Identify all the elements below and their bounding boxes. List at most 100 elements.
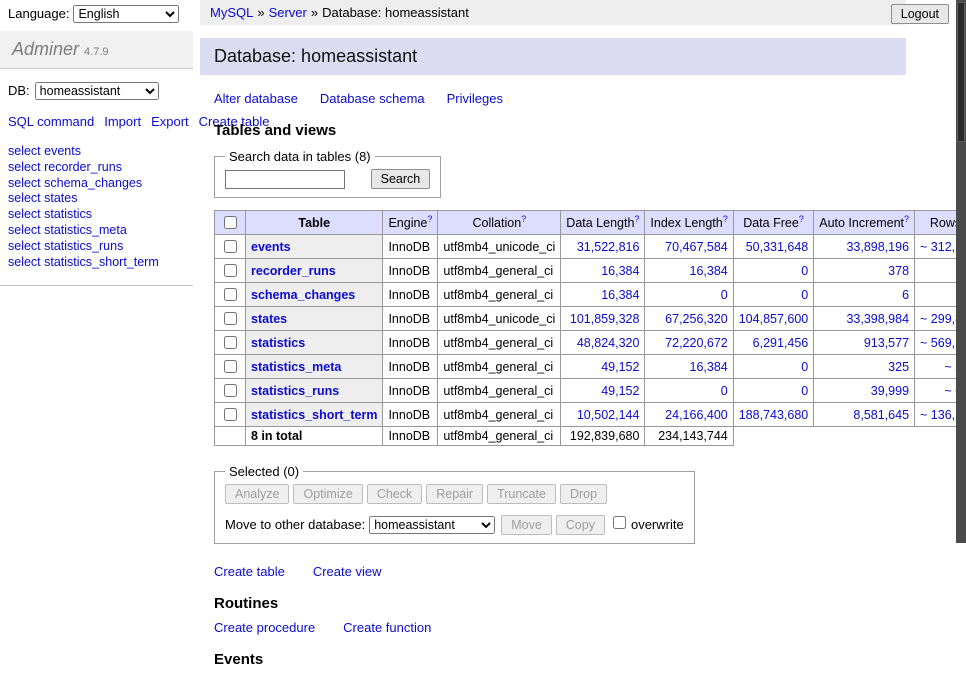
index-length-link[interactable]: 0 [721,384,728,398]
index-length-link[interactable]: 16,384 [690,264,728,278]
routine-link[interactable]: Create function [343,620,431,635]
help-link[interactable]: ? [904,214,909,224]
logout-button[interactable]: Logout [891,4,949,24]
data-length-link[interactable]: 49,152 [601,384,639,398]
auto-increment-link[interactable]: 325 [888,360,909,374]
data-length-link[interactable]: 49,152 [601,360,639,374]
help-link[interactable]: ? [634,214,639,224]
table-name-link[interactable]: states [251,312,287,326]
copy-button[interactable]: Copy [556,515,605,535]
overwrite-checkbox[interactable] [613,516,626,529]
bulk-drop-button[interactable]: Drop [560,484,607,504]
column-header-table: Table [246,211,383,235]
auto-increment-link[interactable]: 8,581,645 [853,408,909,422]
bulk-analyze-button[interactable]: Analyze [225,484,289,504]
breadcrumb-server-link[interactable]: Server [269,5,307,20]
db-select[interactable]: homeassistant [35,82,159,100]
bulk-optimize-button[interactable]: Optimize [293,484,362,504]
sidebar-table-link[interactable]: select recorder_runs [8,160,185,176]
db-nav-link[interactable]: Alter database [214,91,298,106]
bulk-truncate-button[interactable]: Truncate [487,484,556,504]
data-free-link[interactable]: 0 [801,264,808,278]
sidebar-table-link[interactable]: select statistics [8,207,185,223]
data-length-link[interactable]: 10,502,144 [577,408,640,422]
sidebar-table-link[interactable]: select states [8,191,185,207]
sidebar-table-link[interactable]: select events [8,144,185,160]
index-length-link[interactable]: 72,220,672 [665,336,728,350]
index-length-link[interactable]: 24,166,400 [665,408,728,422]
table-name-cell: schema_changes [246,283,383,307]
data-length-link[interactable]: 48,824,320 [577,336,640,350]
app-name-link[interactable]: Adminer [12,39,79,59]
data-free-link[interactable]: 0 [801,384,808,398]
data-free-link[interactable]: 0 [801,360,808,374]
auto-increment-link[interactable]: 913,577 [864,336,909,350]
db-nav-link[interactable]: Database schema [320,91,425,106]
sidebar-action-link[interactable]: Import [104,114,141,129]
data-length-link[interactable]: 101,859,328 [570,312,640,326]
data-length-link[interactable]: 16,384 [601,288,639,302]
row-checkbox[interactable] [224,288,237,301]
bulk-check-button[interactable]: Check [367,484,422,504]
row-checkbox[interactable] [224,408,237,421]
help-link[interactable]: ? [521,214,526,224]
page-scrollbar[interactable] [956,0,966,543]
sidebar-action-link[interactable]: Export [151,114,189,129]
table-name-link[interactable]: events [251,240,291,254]
breadcrumb-mysql-link[interactable]: MySQL [210,5,253,20]
column-header-index-length: Index Length? [645,211,733,235]
create-link[interactable]: Create view [313,564,382,579]
index-length-link[interactable]: 16,384 [690,360,728,374]
select-all-checkbox[interactable] [224,216,237,229]
app-version-link[interactable]: 4.7.9 [84,46,108,58]
table-row: statistics_runsInnoDButf8mb4_general_ci4… [215,379,966,403]
search-input[interactable] [225,170,345,189]
move-db-select[interactable]: homeassistant [369,516,495,534]
row-checkbox[interactable] [224,264,237,277]
data-free-link[interactable]: 104,857,600 [739,312,809,326]
row-checkbox[interactable] [224,384,237,397]
help-link[interactable]: ? [723,214,728,224]
auto-increment-link[interactable]: 33,898,196 [846,240,909,254]
sidebar-table-link[interactable]: select statistics_runs [8,239,185,255]
scrollbar-thumb[interactable] [957,2,965,142]
table-name-link[interactable]: schema_changes [251,288,355,302]
move-button[interactable]: Move [501,515,552,535]
row-checkbox[interactable] [224,312,237,325]
table-name-link[interactable]: statistics_runs [251,384,339,398]
table-name-link[interactable]: recorder_runs [251,264,336,278]
table-name-link[interactable]: statistics_meta [251,360,341,374]
bulk-repair-button[interactable]: Repair [426,484,483,504]
row-checkbox[interactable] [224,336,237,349]
data-free-link[interactable]: 6,291,456 [753,336,809,350]
sidebar-table-link[interactable]: select statistics_meta [8,223,185,239]
db-label: DB: [8,83,30,98]
sidebar-table-link[interactable]: select statistics_short_term [8,255,185,271]
auto-increment-link[interactable]: 33,398,984 [846,312,909,326]
routine-link[interactable]: Create procedure [214,620,315,635]
data-length-link[interactable]: 31,522,816 [577,240,640,254]
create-link[interactable]: Create table [214,564,285,579]
index-length-link[interactable]: 67,256,320 [665,312,728,326]
search-button[interactable]: Search [371,169,431,189]
help-link[interactable]: ? [427,214,432,224]
data-free-link[interactable]: 50,331,648 [746,240,809,254]
db-nav-link[interactable]: Privileges [447,91,503,106]
table-name-link[interactable]: statistics_short_term [251,408,377,422]
auto-increment-link[interactable]: 378 [888,264,909,278]
auto-increment-link[interactable]: 39,999 [871,384,909,398]
row-checkbox[interactable] [224,240,237,253]
total-row: 8 in totalInnoDButf8mb4_general_ci192,83… [215,427,966,446]
data-free-link[interactable]: 0 [801,288,808,302]
index-length-link[interactable]: 70,467,584 [665,240,728,254]
sidebar-table-link[interactable]: select schema_changes [8,176,185,192]
data-free-link[interactable]: 188,743,680 [739,408,809,422]
auto-increment-link[interactable]: 6 [902,288,909,302]
row-checkbox[interactable] [224,360,237,373]
help-link[interactable]: ? [799,214,804,224]
language-select[interactable]: English [73,5,179,23]
sidebar-action-link[interactable]: SQL command [8,114,94,129]
table-name-link[interactable]: statistics [251,336,305,350]
data-length-link[interactable]: 16,384 [601,264,639,278]
index-length-link[interactable]: 0 [721,288,728,302]
